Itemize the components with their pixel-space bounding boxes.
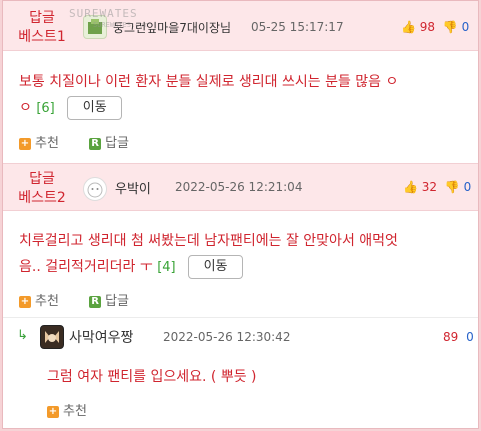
- best-badge-line1: 답글: [29, 10, 55, 26]
- thumbs-down-icon[interactable]: 👎: [443, 20, 458, 34]
- comment-actions: + 추천 R 답글: [19, 132, 129, 151]
- comment-text-line2: 음.. 걸리적거리더라 ㅜ: [19, 259, 153, 275]
- recommend-label: 추천: [63, 404, 87, 419]
- reply-icon: R: [89, 137, 102, 150]
- comment-text-line1: 보통 치질이나 이런 환자 분들 실제로 생리대 쓰시는 분들 많음 ㅇ: [19, 74, 399, 90]
- reply-icon: R: [89, 295, 102, 308]
- plus-icon: +: [19, 137, 31, 150]
- best-badge-line1: 답글: [29, 171, 55, 187]
- reply-button[interactable]: R 답글: [89, 294, 129, 309]
- downvote-count: 0: [463, 180, 472, 194]
- recommend-label: 추천: [35, 294, 59, 309]
- nickname[interactable]: 우박이: [115, 178, 151, 197]
- move-button[interactable]: 이동: [188, 255, 244, 279]
- reply-label: 답글: [105, 294, 129, 309]
- upvote-count: 32: [421, 180, 438, 194]
- recommend-label: 추천: [35, 136, 59, 151]
- comment-body: 보통 치질이나 이런 환자 분들 실제로 생리대 쓰시는 분들 많음 ㅇ ㅇ […: [19, 69, 398, 122]
- comment-actions: + 추천 R 답글: [19, 290, 129, 309]
- best-badge: 답글 베스트1: [11, 9, 73, 47]
- comment-date: 2022-05-26 12:30:42: [163, 330, 291, 344]
- reply-count: [6]: [36, 101, 55, 116]
- move-button[interactable]: 이동: [67, 96, 123, 120]
- vote-box: 👍 32 👎 0: [403, 180, 471, 194]
- best-comment-header: 답글 베스트1 SUREWATES SUREWATES.com 둥그런잎마을7대…: [3, 1, 478, 51]
- upvote-count: 98: [419, 20, 436, 34]
- comment-body: 치루걸리고 생리대 첨 써봤는데 남자팬티에는 잘 안맞아서 애먹엇 음.. 걸…: [19, 228, 398, 281]
- best-badge-line2: 베스트2: [18, 190, 66, 206]
- comment-list: 답글 베스트1 SUREWATES SUREWATES.com 둥그런잎마을7대…: [2, 0, 479, 429]
- comment-text-line2: ㅇ: [19, 100, 32, 116]
- recommend-button[interactable]: + 추천: [47, 404, 87, 419]
- comment-text-line1: 치루걸리고 생리대 첨 써봤는데 남자팬티에는 잘 안맞아서 애먹엇: [19, 233, 398, 249]
- comment-date: 05-25 15:17:17: [251, 20, 344, 34]
- downvote-count: 0: [461, 20, 470, 34]
- recommend-button[interactable]: + 추천: [19, 294, 63, 309]
- comment-date: 2022-05-26 12:21:04: [175, 180, 303, 194]
- nickname[interactable]: 둥그런잎마을7대이장님: [113, 19, 231, 36]
- reply-arrow-icon: ↳: [17, 328, 28, 343]
- avatar[interactable]: [83, 177, 107, 201]
- nickname[interactable]: 사막여우짱: [69, 327, 133, 347]
- best-comment-header: 답글 베스트2 우박이 2022-05-26 12:21:04 👍 32 👎 0: [3, 163, 478, 211]
- vote-box: 👍 98 👎 0: [401, 20, 469, 34]
- score-count: 89: [443, 330, 459, 344]
- recommend-button[interactable]: + 추천: [19, 136, 63, 151]
- plus-icon: +: [47, 405, 59, 418]
- thumbs-down-icon[interactable]: 👎: [445, 180, 460, 194]
- reply-button[interactable]: R 답글: [89, 136, 129, 151]
- downvote-count: 0: [466, 330, 474, 344]
- divider: [3, 317, 478, 318]
- fox-icon: [45, 331, 59, 343]
- thumbs-up-icon[interactable]: 👍: [401, 20, 416, 34]
- comment-body: 그럼 여자 팬티를 입으세요. ( 뿌듯 ): [47, 369, 257, 385]
- vote-box: 89 0: [443, 330, 474, 344]
- reply-count: [4]: [157, 260, 176, 275]
- comment-actions: + 추천: [47, 400, 87, 419]
- best-badge: 답글 베스트2: [11, 170, 73, 208]
- thumbs-up-icon[interactable]: 👍: [403, 180, 418, 194]
- best-badge-line2: 베스트1: [18, 29, 66, 45]
- reply-label: 답글: [105, 136, 129, 151]
- plus-icon: +: [19, 295, 31, 308]
- avatar[interactable]: [40, 325, 64, 349]
- cat-icon: [87, 182, 103, 198]
